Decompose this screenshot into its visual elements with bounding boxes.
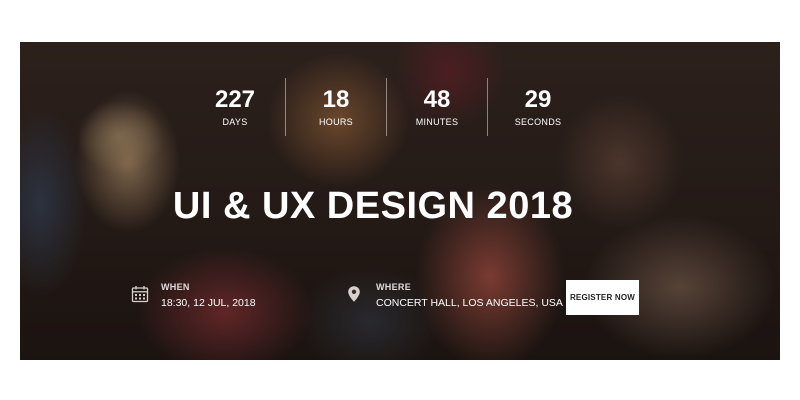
event-when-value: 18:30, 12 JUL, 2018 bbox=[161, 297, 256, 309]
calendar-icon bbox=[131, 285, 151, 305]
event-where-value: CONCERT HALL, LOS ANGELES, USA bbox=[376, 297, 563, 309]
event-title: UI & UX DESIGN 2018 bbox=[172, 185, 574, 227]
event-where-label: WHERE bbox=[376, 282, 411, 292]
map-pin-icon bbox=[346, 285, 366, 305]
event-when-label: WHEN bbox=[161, 282, 190, 292]
countdown-timer: 227 DAYS 18 HOURS 48 MINUTES 29 SECONDS bbox=[185, 78, 588, 136]
countdown-hours-value: 18 bbox=[322, 86, 350, 113]
event-when: WHEN 18:30, 12 JUL, 2018 bbox=[131, 282, 256, 309]
countdown-minutes: 48 MINUTES bbox=[387, 78, 487, 136]
countdown-hours-label: HOURS bbox=[318, 117, 353, 127]
countdown-minutes-label: MINUTES bbox=[415, 117, 459, 127]
countdown-seconds: 29 SECONDS bbox=[488, 78, 588, 136]
countdown-days-label: DAYS bbox=[222, 117, 248, 127]
countdown-minutes-value: 48 bbox=[423, 86, 451, 113]
countdown-seconds-value: 29 bbox=[524, 86, 552, 113]
countdown-hours: 18 HOURS bbox=[286, 78, 386, 136]
countdown-days: 227 DAYS bbox=[185, 78, 285, 136]
countdown-seconds-label: SECONDS bbox=[514, 117, 562, 127]
event-where-text: WHERE CONCERT HALL, LOS ANGELES, USA bbox=[376, 282, 563, 309]
event-when-text: WHEN 18:30, 12 JUL, 2018 bbox=[161, 282, 256, 309]
event-hero-banner: 227 DAYS 18 HOURS 48 MINUTES 29 SECONDS … bbox=[20, 42, 780, 360]
register-now-button[interactable]: REGISTER NOW bbox=[566, 280, 639, 315]
countdown-days-value: 227 bbox=[214, 86, 256, 113]
event-where: WHERE CONCERT HALL, LOS ANGELES, USA bbox=[346, 282, 563, 309]
